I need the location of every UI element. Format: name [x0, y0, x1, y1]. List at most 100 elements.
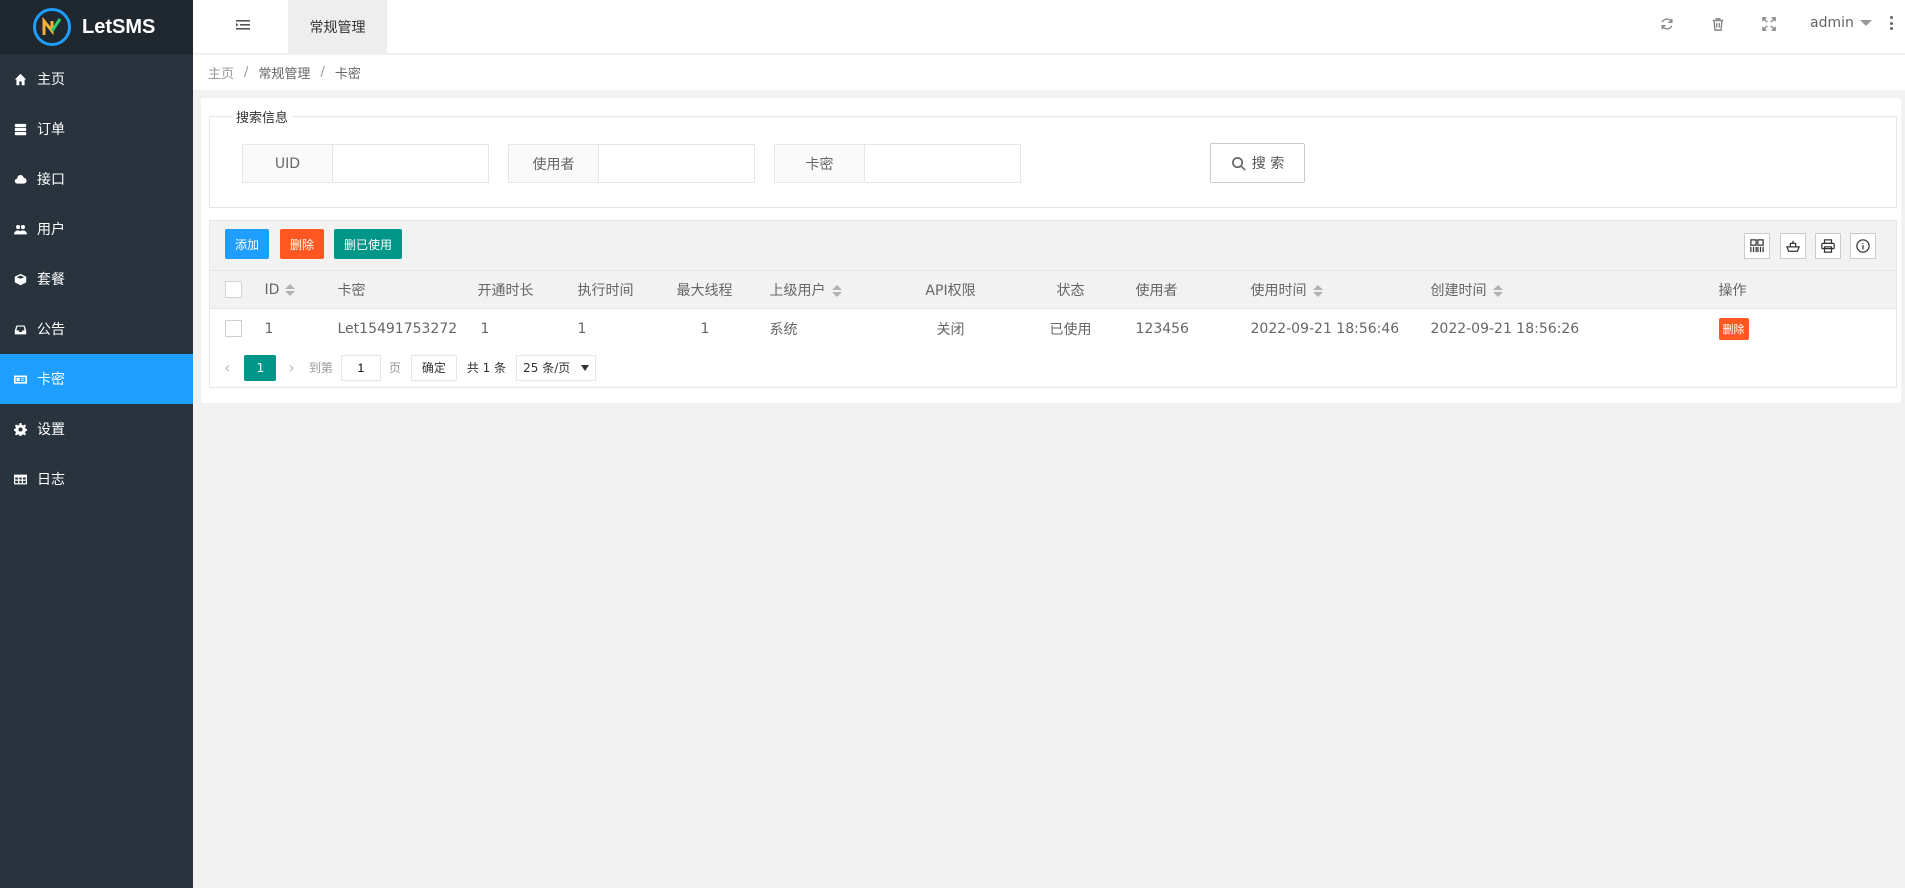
table-icon [13, 472, 27, 486]
row-delete-button[interactable]: 删除 [1718, 317, 1749, 340]
breadcrumb-current: 卡密 [334, 67, 361, 82]
sidebar-item-label: 用户 [37, 222, 65, 238]
col-duration: 开通时长 [477, 270, 578, 309]
delete-used-button[interactable]: 删已使用 [334, 229, 402, 259]
col-api: API权限 [885, 270, 1016, 309]
sidebar-item-notices[interactable]: 公告 [0, 304, 193, 354]
user-menu[interactable]: admin [1810, 15, 1872, 31]
table-toolbar: 添加 删除 删已使用 [209, 220, 1897, 270]
cell-max-threads: 1 [676, 308, 770, 349]
search-fieldset: 搜索信息 UID 使用者 卡密 搜 索 [209, 107, 1897, 208]
logo-icon [33, 8, 71, 46]
columns-icon[interactable] [1744, 233, 1770, 259]
sort-icon[interactable] [831, 284, 842, 297]
search-button[interactable]: 搜 索 [1210, 143, 1305, 183]
chevron-down-icon [1859, 20, 1872, 26]
breadcrumb-home[interactable]: 主页 [208, 63, 234, 82]
col-used-at[interactable]: 使用时间 [1250, 270, 1431, 309]
goto-page-input[interactable] [340, 354, 381, 381]
delete-button[interactable]: 删除 [280, 229, 324, 259]
sidebar-item-label: 套餐 [37, 272, 65, 288]
cell-card: Let15491753272 [337, 308, 478, 349]
cell-status: 已使用 [1015, 308, 1126, 349]
pagination: ‹ 1 › 到第 页 确定 共 1 条 25 条/页 [209, 348, 1897, 388]
col-card: 卡密 [337, 270, 478, 309]
page-size-select[interactable]: 25 条/页 [516, 354, 597, 381]
logo[interactable]: LetSMS [0, 0, 193, 54]
print-icon[interactable] [1815, 233, 1841, 259]
sort-icon[interactable] [285, 283, 296, 296]
table-row: 1 Let15491753272 1 1 1 系统 关闭 已使用 123456 … [209, 308, 1897, 349]
sidebar-item-label: 公告 [37, 322, 65, 338]
user-input[interactable] [599, 145, 754, 182]
info-icon[interactable] [1850, 233, 1876, 259]
cell-duration: 1 [477, 308, 578, 349]
col-user: 使用者 [1125, 270, 1251, 309]
fullscreen-icon[interactable] [1762, 17, 1776, 31]
user-label: 使用者 [509, 145, 599, 182]
search-legend: 搜索信息 [232, 107, 293, 126]
next-page-icon[interactable]: › [288, 358, 294, 377]
sidebar-item-label: 接口 [37, 172, 65, 188]
cell-api: 关闭 [885, 308, 1016, 349]
sidebar-item-packages[interactable]: 套餐 [0, 254, 193, 304]
cube-icon [13, 272, 27, 286]
col-parent-user[interactable]: 上级用户 [769, 270, 886, 309]
cloud-icon [13, 172, 27, 186]
card-field: 卡密 [774, 144, 1021, 183]
sidebar-item-label: 主页 [37, 72, 65, 88]
sidebar-item-logs[interactable]: 日志 [0, 454, 193, 504]
card-input[interactable] [865, 145, 1020, 182]
gear-icon [13, 422, 27, 436]
uid-input[interactable] [333, 145, 488, 182]
col-status: 状态 [1015, 270, 1126, 309]
sidebar-item-cards[interactable]: 卡密 [0, 354, 193, 404]
cell-user: 123456 [1125, 308, 1251, 349]
sidebar-item-users[interactable]: 用户 [0, 204, 193, 254]
total-count: 共 1 条 [466, 361, 507, 375]
page-current[interactable]: 1 [244, 354, 277, 381]
breadcrumb-section[interactable]: 常规管理 [258, 63, 310, 82]
add-button[interactable]: 添加 [225, 229, 269, 259]
col-created-at[interactable]: 创建时间 [1430, 270, 1719, 309]
sidebar-item-label: 订单 [37, 122, 65, 138]
sidebar-item-label: 卡密 [37, 372, 65, 388]
col-max-threads: 最大线程 [676, 270, 770, 309]
app-title: LetSMS [82, 15, 156, 38]
server-icon [13, 122, 27, 136]
refresh-icon[interactable] [1660, 17, 1674, 31]
sort-icon[interactable] [1312, 284, 1323, 297]
more-vertical-icon[interactable] [1890, 16, 1894, 30]
tab-general-management[interactable]: 常规管理 [288, 0, 387, 54]
sidebar-item-home[interactable]: 主页 [0, 54, 193, 104]
breadcrumb-separator: / [244, 65, 249, 80]
row-checkbox[interactable] [225, 320, 242, 337]
uid-label: UID [243, 145, 333, 182]
prev-page-icon[interactable]: ‹ [224, 358, 230, 377]
menu-toggle-icon[interactable] [235, 17, 251, 33]
col-id[interactable]: ID [257, 270, 338, 309]
col-exec-time: 执行时间 [577, 270, 677, 309]
main-panel: 搜索信息 UID 使用者 卡密 搜 索 添加 删除 删已使用 ID 卡密 开通时… [201, 98, 1901, 403]
sidebar-item-settings[interactable]: 设置 [0, 404, 193, 454]
trash-icon[interactable] [1711, 17, 1725, 31]
username: admin [1810, 15, 1854, 31]
cell-created-at: 2022-09-21 18:56:26 [1430, 308, 1719, 349]
col-actions: 操作 [1718, 270, 1897, 309]
export-icon[interactable] [1780, 233, 1806, 259]
select-all-checkbox[interactable] [225, 281, 242, 298]
uid-field: UID [242, 144, 489, 183]
cell-parent: 系统 [769, 308, 886, 349]
sort-icon[interactable] [1492, 284, 1503, 297]
id-card-icon [13, 372, 27, 386]
search-button-label: 搜 索 [1251, 156, 1285, 172]
sidebar: LetSMS 主页 订单 接口 用户 套餐 公告 卡密 设置 日志 [0, 0, 193, 888]
search-icon [1231, 156, 1246, 171]
goto-confirm-button[interactable]: 确定 [410, 354, 457, 381]
sidebar-item-orders[interactable]: 订单 [0, 104, 193, 154]
top-header: 常规管理 admin [193, 0, 1905, 54]
page-size-value: 25 条/页 [523, 361, 571, 375]
page-unit: 页 [388, 361, 401, 375]
sidebar-item-api[interactable]: 接口 [0, 154, 193, 204]
table-header-row: ID 卡密 开通时长 执行时间 最大线程 上级用户 API权限 状态 使用者 使… [209, 270, 1897, 309]
